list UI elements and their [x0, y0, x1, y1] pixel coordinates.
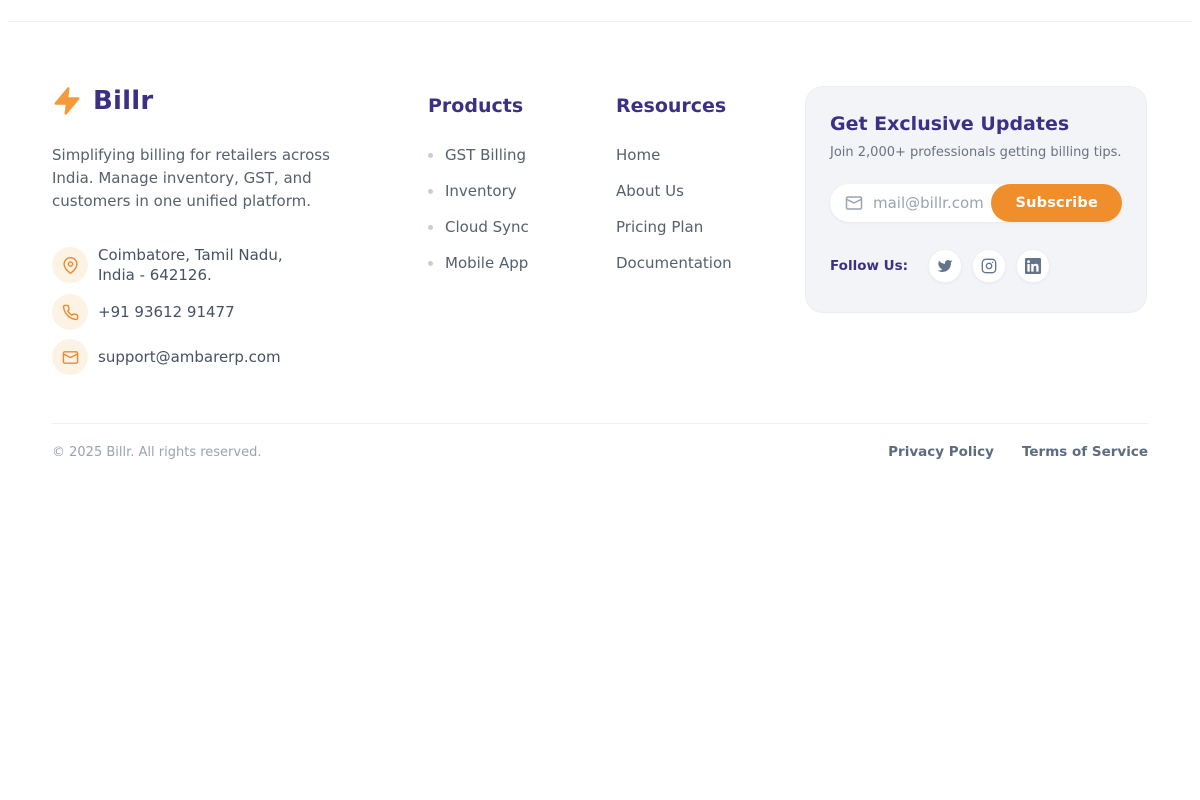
brand-tagline: Simplifying billing for retailers across… — [52, 144, 368, 213]
envelope-icon — [52, 339, 88, 375]
newsletter-email-input[interactable] — [863, 194, 991, 212]
resources-link-pricing-plan[interactable]: Pricing Plan — [616, 217, 732, 237]
email-address: support@ambarerp.com — [98, 347, 281, 367]
copyright-text: © 2025 Billr. All rights reserved. — [52, 445, 261, 460]
top-divider — [8, 21, 1192, 22]
bottom-divider — [52, 423, 1148, 424]
footer-products-column: Products GST Billing Inventory Cloud Syn… — [428, 95, 529, 289]
bullet-dot-icon — [428, 153, 433, 158]
contact-list: Coimbatore, Tamil Nadu, India - 642126. … — [52, 245, 408, 375]
contact-address: Coimbatore, Tamil Nadu, India - 642126. — [52, 245, 408, 285]
brand-logo[interactable]: Billr — [52, 84, 408, 118]
address-line-2: India - 642126. — [98, 265, 283, 285]
products-link-mobile-app[interactable]: Mobile App — [428, 253, 529, 273]
resources-column-title: Resources — [616, 95, 732, 117]
bullet-dot-icon — [428, 225, 433, 230]
instagram-icon[interactable] — [972, 249, 1006, 283]
resources-link-documentation[interactable]: Documentation — [616, 253, 732, 273]
page: Billr Simplifying billing for retailers … — [0, 0, 1200, 800]
products-link-gst-billing[interactable]: GST Billing — [428, 145, 529, 165]
linkedin-icon[interactable] — [1016, 249, 1050, 283]
mail-icon — [845, 194, 863, 212]
follow-us-row: Follow Us: — [830, 249, 1122, 283]
location-pin-icon — [52, 247, 88, 283]
subscribe-form: Subscribe — [830, 184, 1122, 222]
bullet-dot-icon — [428, 261, 433, 266]
products-link-cloud-sync[interactable]: Cloud Sync — [428, 217, 529, 237]
footer-resources-column: Resources Home About Us Pricing Plan Doc… — [616, 95, 732, 289]
newsletter-subtitle: Join 2,000+ professionals getting billin… — [830, 145, 1122, 160]
bullet-dot-icon — [428, 189, 433, 194]
resources-link-about-us[interactable]: About Us — [616, 181, 732, 201]
newsletter-title: Get Exclusive Updates — [830, 113, 1122, 135]
products-link-inventory[interactable]: Inventory — [428, 181, 529, 201]
phone-icon — [52, 294, 88, 330]
terms-of-service-link[interactable]: Terms of Service — [1022, 444, 1148, 460]
twitter-icon[interactable] — [928, 249, 962, 283]
brand-name: Billr — [93, 86, 153, 116]
newsletter-card: Get Exclusive Updates Join 2,000+ profes… — [805, 86, 1147, 313]
follow-us-label: Follow Us: — [830, 258, 908, 274]
address-line-1: Coimbatore, Tamil Nadu, — [98, 245, 283, 265]
products-column-title: Products — [428, 95, 529, 117]
lightning-bolt-icon — [52, 84, 82, 118]
resources-link-home[interactable]: Home — [616, 145, 732, 165]
subscribe-button[interactable]: Subscribe — [991, 184, 1122, 222]
contact-phone[interactable]: +91 93612 91477 — [52, 294, 408, 330]
footer-brand-column: Billr Simplifying billing for retailers … — [52, 84, 408, 375]
privacy-policy-link[interactable]: Privacy Policy — [888, 444, 994, 460]
bottom-bar: © 2025 Billr. All rights reserved. Priva… — [52, 444, 1148, 460]
contact-email[interactable]: support@ambarerp.com — [52, 339, 408, 375]
phone-number: +91 93612 91477 — [98, 302, 235, 322]
